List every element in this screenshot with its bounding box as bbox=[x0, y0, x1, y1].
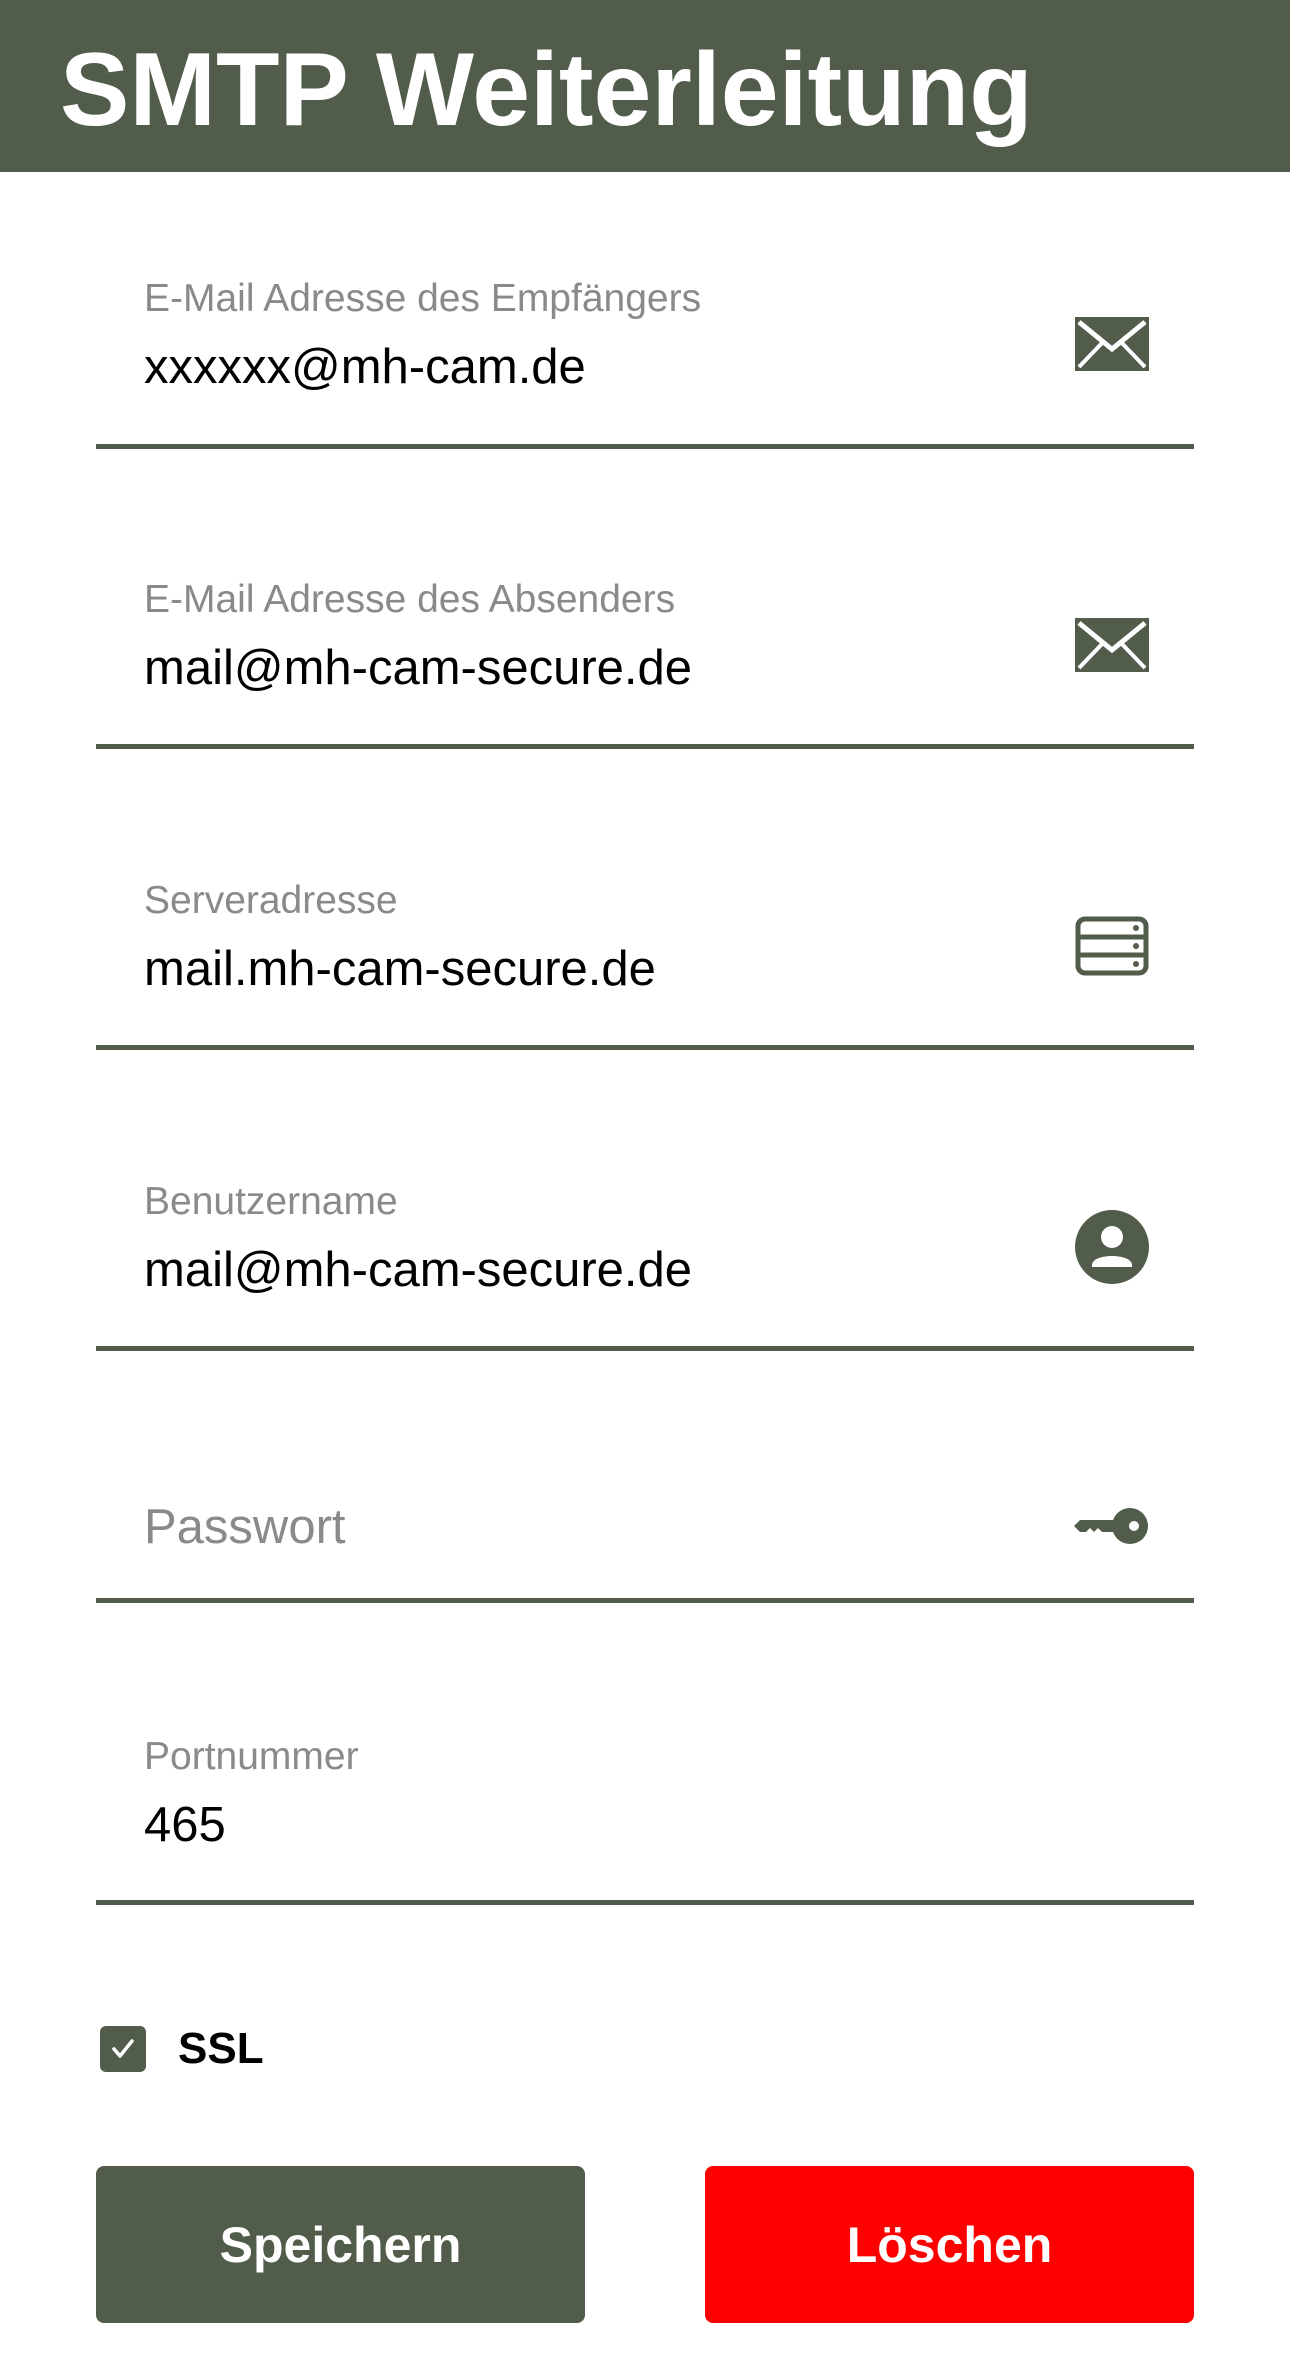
field-underline bbox=[96, 1598, 1194, 1603]
port-label: Portnummer bbox=[144, 1735, 359, 1778]
recipient-email-label: E-Mail Adresse des Empfängers bbox=[144, 277, 702, 320]
key-icon bbox=[1074, 1488, 1150, 1564]
sender-email-field[interactable]: E-Mail Adresse des Absenders mail@mh-cam… bbox=[96, 571, 1194, 751]
field-underline bbox=[96, 444, 1194, 449]
ssl-checkbox[interactable] bbox=[100, 2026, 146, 2072]
recipient-email-input[interactable]: xxxxxx@mh-cam.de bbox=[144, 338, 586, 396]
field-underline bbox=[96, 744, 1194, 749]
username-input[interactable]: mail@mh-cam-secure.de bbox=[144, 1241, 692, 1299]
field-underline bbox=[96, 1045, 1194, 1050]
page-title: SMTP Weiterleitung bbox=[60, 32, 1033, 148]
server-address-input[interactable]: mail.mh-cam-secure.de bbox=[144, 940, 656, 998]
checkmark-icon bbox=[112, 2039, 134, 2058]
envelope-icon bbox=[1074, 306, 1150, 382]
field-underline bbox=[96, 1900, 1194, 1905]
ssl-row[interactable]: SSL bbox=[100, 2024, 264, 2074]
user-icon bbox=[1074, 1209, 1150, 1285]
field-underline bbox=[96, 1346, 1194, 1351]
sender-email-input[interactable]: mail@mh-cam-secure.de bbox=[144, 639, 692, 697]
save-button[interactable]: Speichern bbox=[96, 2166, 585, 2323]
username-field[interactable]: Benutzername mail@mh-cam-secure.de bbox=[96, 1173, 1194, 1353]
password-field[interactable]: Passwort bbox=[96, 1474, 1194, 1604]
server-address-field[interactable]: Serveradresse mail.mh-cam-secure.de bbox=[96, 872, 1194, 1052]
port-input[interactable]: 465 bbox=[144, 1796, 226, 1854]
delete-button[interactable]: Löschen bbox=[705, 2166, 1194, 2323]
port-field[interactable]: Portnummer 465 bbox=[96, 1728, 1194, 1908]
password-input[interactable]: Passwort bbox=[144, 1498, 346, 1556]
envelope-icon bbox=[1074, 607, 1150, 683]
server-address-label: Serveradresse bbox=[144, 879, 398, 922]
server-icon bbox=[1074, 908, 1150, 984]
recipient-email-field[interactable]: E-Mail Adresse des Empfängers xxxxxx@mh-… bbox=[96, 270, 1194, 450]
app-header: SMTP Weiterleitung bbox=[0, 0, 1290, 172]
sender-email-label: E-Mail Adresse des Absenders bbox=[144, 578, 676, 621]
ssl-label: SSL bbox=[178, 2024, 264, 2073]
username-label: Benutzername bbox=[144, 1180, 398, 1223]
